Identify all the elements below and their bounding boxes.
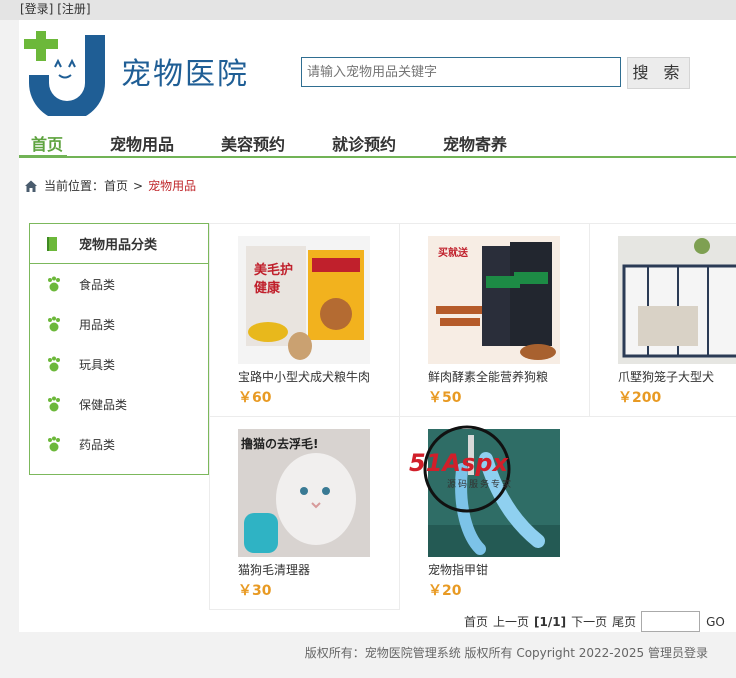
sidebar-item-medicine[interactable]: 药品类: [30, 424, 208, 464]
nav-pet-supplies[interactable]: 宠物用品: [110, 131, 174, 155]
book-icon: [47, 236, 57, 251]
product-image-text: 美毛护健康: [254, 263, 294, 296]
breadcrumb: 当前位置： 首页 > 宠物用品: [24, 177, 196, 194]
paw-icon: [48, 356, 60, 372]
paw-icon: [48, 436, 60, 452]
nav-active-underline: [19, 155, 67, 158]
product-image[interactable]: 撸猫の去浮毛!: [238, 429, 370, 557]
site-logo[interactable]: 宠物医院: [19, 25, 269, 116]
paw-icon: [48, 316, 60, 332]
grid-divider: [209, 609, 399, 610]
watermark-logo: 51Aspx 源码服务专家: [407, 425, 537, 515]
nav-clinic-booking[interactable]: 就诊预约: [332, 131, 396, 155]
product-name[interactable]: 宠物指甲钳: [428, 561, 488, 578]
nav-pet-boarding[interactable]: 宠物寄养: [443, 131, 507, 155]
home-icon: [25, 180, 37, 192]
pager-first[interactable]: 首页: [464, 613, 488, 630]
pager-prev[interactable]: 上一页: [493, 613, 529, 630]
sidebar-item-supplies[interactable]: 用品类: [30, 304, 208, 344]
breadcrumb-prefix: 当前位置：: [44, 179, 105, 193]
product-image[interactable]: 美毛护健康: [238, 236, 370, 364]
nav-grooming-booking[interactable]: 美容预约: [221, 131, 285, 155]
sidebar-item-label: 食品类: [79, 277, 116, 292]
sidebar-title: 宠物用品分类: [79, 238, 158, 253]
page-number-input[interactable]: [641, 611, 701, 632]
product-card[interactable]: 爪墅狗笼子大型犬 ￥200: [590, 224, 736, 414]
breadcrumb-home[interactable]: 首页: [104, 177, 128, 194]
nav-home[interactable]: 首页: [31, 131, 63, 155]
paw-icon: [48, 396, 60, 412]
hospital-logo-icon: [19, 25, 119, 116]
sidebar-item-toys[interactable]: 玩具类: [30, 344, 208, 384]
top-bar: [登录] [注册]: [0, 0, 736, 20]
main-nav: 首页 宠物用品 美容预约 就诊预约 宠物寄养: [19, 125, 736, 158]
product-image-text: 买就送: [438, 248, 468, 259]
sidebar-item-label: 玩具类: [79, 357, 116, 372]
watermark-brand: 51Aspx: [409, 449, 508, 477]
sidebar-item-label: 保健品类: [79, 397, 128, 412]
pager-current: [1/1]: [534, 614, 567, 629]
sidebar-header: 宠物用品分类: [30, 224, 208, 264]
logo-text: 宠物医院: [121, 57, 249, 92]
product-card[interactable]: 美毛护健康 宝路中小型犬成犬粮牛肉 ￥60: [210, 224, 400, 414]
product-image[interactable]: 买就送: [428, 236, 560, 364]
search-button[interactable]: 搜 索: [627, 57, 690, 89]
product-name[interactable]: 鲜肉酵素全能营养狗粮: [428, 368, 548, 385]
footer-copyright: 版权所有：宠物医院管理系统 版权所有 Copyright 2022-2025 管…: [304, 646, 708, 660]
product-card[interactable]: 撸猫の去浮毛! 猫狗毛清理器 ￥30: [210, 417, 400, 607]
search-input[interactable]: [301, 57, 621, 87]
product-name[interactable]: 宝路中小型犬成犬粮牛肉: [238, 368, 370, 385]
breadcrumb-separator: >: [133, 178, 144, 193]
product-price: ￥30: [238, 583, 272, 599]
pagination: 首页 上一页 [1/1] 下一页 尾页 GO: [464, 611, 730, 632]
product-price: ￥20: [428, 583, 462, 599]
product-image-text: 撸猫の去浮毛!: [241, 437, 319, 451]
pager-next[interactable]: 下一页: [571, 613, 607, 630]
sidebar-item-food[interactable]: 食品类: [30, 264, 208, 304]
product-price: ￥50: [428, 390, 462, 406]
watermark-sub: 源码服务专家: [447, 480, 514, 490]
product-card[interactable]: 买就送 鲜肉酵素全能营养狗粮 ￥50: [400, 224, 590, 414]
category-sidebar: 宠物用品分类 食品类 用品类 玩具类 保健品类 药品类: [29, 223, 209, 475]
breadcrumb-current: 宠物用品: [148, 179, 197, 193]
page-container: 宠物医院 搜 索 首页 宠物用品 美容预约 就诊预约 宠物寄养 当前位置： 首页…: [19, 20, 736, 632]
product-name[interactable]: 猫狗毛清理器: [238, 561, 310, 578]
product-price: ￥200: [618, 390, 662, 406]
register-link[interactable]: [注册]: [57, 2, 90, 16]
login-link[interactable]: [登录]: [20, 2, 53, 16]
pager-go-button[interactable]: GO: [706, 615, 725, 629]
product-image[interactable]: [618, 236, 736, 364]
sidebar-item-health[interactable]: 保健品类: [30, 384, 208, 424]
sidebar-item-label: 用品类: [79, 317, 116, 332]
paw-icon: [48, 276, 60, 292]
product-price: ￥60: [238, 390, 272, 406]
sidebar-item-label: 药品类: [79, 437, 116, 452]
product-name[interactable]: 爪墅狗笼子大型犬: [618, 368, 714, 385]
pager-last[interactable]: 尾页: [612, 613, 636, 630]
